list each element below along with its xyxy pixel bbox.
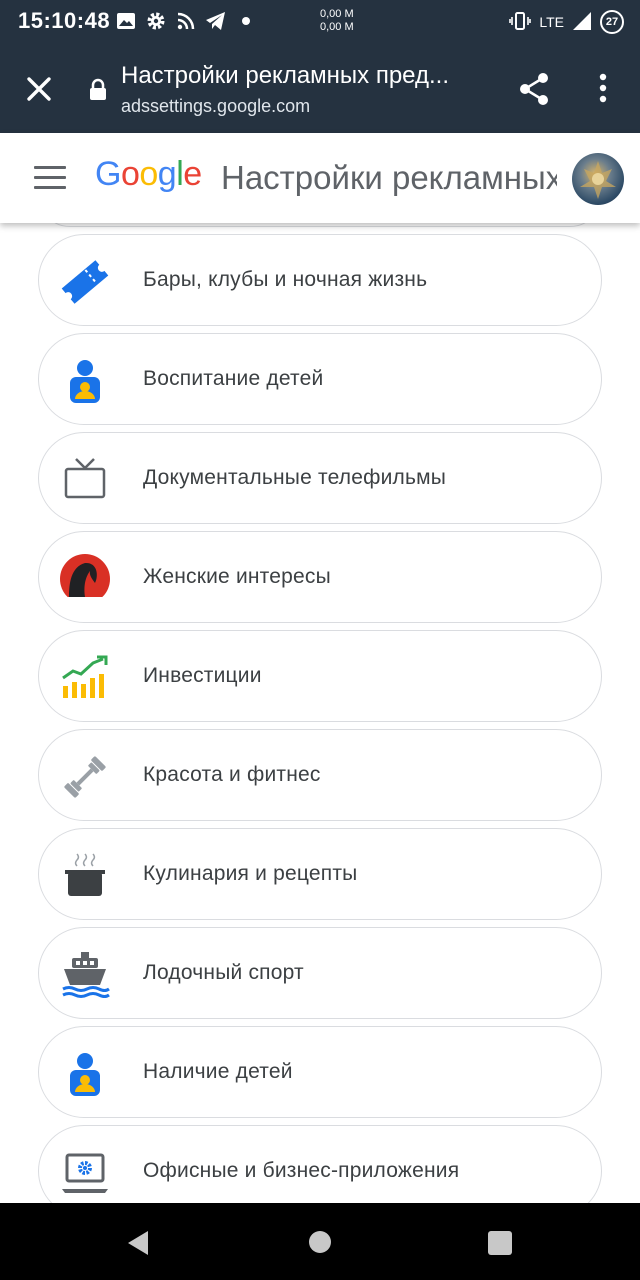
boat-icon [59,949,111,1001]
list-item[interactable]: Наличие детей [38,1026,602,1118]
list-item-label: Лодочный спорт [143,961,304,984]
telegram-icon [205,10,227,32]
list-item-label: Красота и фитнес [143,763,321,786]
list-item-label: Документальные телефильмы [143,466,447,489]
list-item[interactable]: Бары, клубы и ночная жизнь [38,234,602,326]
system-nav-bar [0,1203,640,1280]
list-item[interactable]: Женские интересы [38,531,602,623]
cooking-pot-icon [59,850,111,902]
site-header: Google Настройки рекламных предпочтений [0,133,640,223]
person-icon [59,1048,111,1100]
battery-indicator: 27 [600,10,624,34]
lock-icon [88,78,108,107]
back-button[interactable] [126,1229,150,1262]
browser-toolbar: Настройки рекламных пред... adssettings.… [0,44,640,133]
list-item[interactable] [38,223,602,227]
tv-icon [59,454,111,506]
person-icon [59,355,111,407]
more-vert-icon [599,73,607,103]
list-item-label: Женские интересы [143,565,331,588]
system-icons: LTE 27 [509,10,624,34]
vibrate-icon [509,11,532,34]
home-button[interactable] [309,1231,331,1253]
dumbbell-icon [59,751,111,803]
list-item-label: Офисные и бизнес-приложения [143,1159,460,1182]
list-item[interactable]: Офисные и бизнес-приложения [38,1125,602,1203]
list-item[interactable]: Кулинария и рецепты [38,828,602,920]
network-speed: 0,00 M 0,00 M [320,8,354,34]
list-item[interactable]: Документальные телефильмы [38,432,602,524]
recents-button[interactable] [488,1231,512,1255]
share-icon [520,73,548,105]
list-item-label: Кулинария и рецепты [143,862,358,885]
list-item[interactable]: Инвестиции [38,630,602,722]
list-item[interactable]: Красота и фитнес [38,729,602,821]
status-time: 15:10:48 [18,8,111,33]
hamburger-menu-icon[interactable] [34,166,66,190]
ticket-icon [59,256,111,308]
woman-silhouette-icon [59,553,111,605]
status-bar: 15:10:48 0,00 M 0,00 M LTE 27 [0,0,640,44]
page-title: Настройки рекламных пред... [121,62,450,89]
list-item[interactable]: Лодочный спорт [38,927,602,1019]
laptop-settings-icon [59,1147,111,1199]
image-icon [115,10,137,32]
list-item-label: Наличие детей [143,1060,293,1083]
notification-icons [115,10,257,32]
net-up: 0,00 M [320,8,354,20]
header-title: Настройки рекламных предпочтений [221,159,557,196]
google-logo[interactable]: Google [95,155,202,194]
list-item-label: Инвестиции [143,664,262,687]
list-item-label: Воспитание детей [143,367,324,390]
close-icon [27,77,51,101]
signal-icon [572,11,592,34]
net-down: 0,00 M [320,21,354,33]
list-item-label: Бары, клубы и ночная жизнь [143,268,428,291]
avatar[interactable] [572,153,624,205]
list-item[interactable]: Воспитание детей [38,333,602,425]
network-type: LTE [539,14,564,30]
dot-icon [235,10,257,32]
back-triangle-icon [128,1231,148,1255]
chart-growth-icon [59,652,111,704]
rss-icon [175,10,197,32]
page-url: adssettings.google.com [121,96,311,116]
gear-icon [145,10,167,32]
share-button[interactable] [515,69,555,109]
overflow-menu-button[interactable] [588,69,618,109]
close-button[interactable] [20,70,58,108]
topics-list: Бары, клубы и ночная жизнь Воспитание де… [0,223,640,1203]
